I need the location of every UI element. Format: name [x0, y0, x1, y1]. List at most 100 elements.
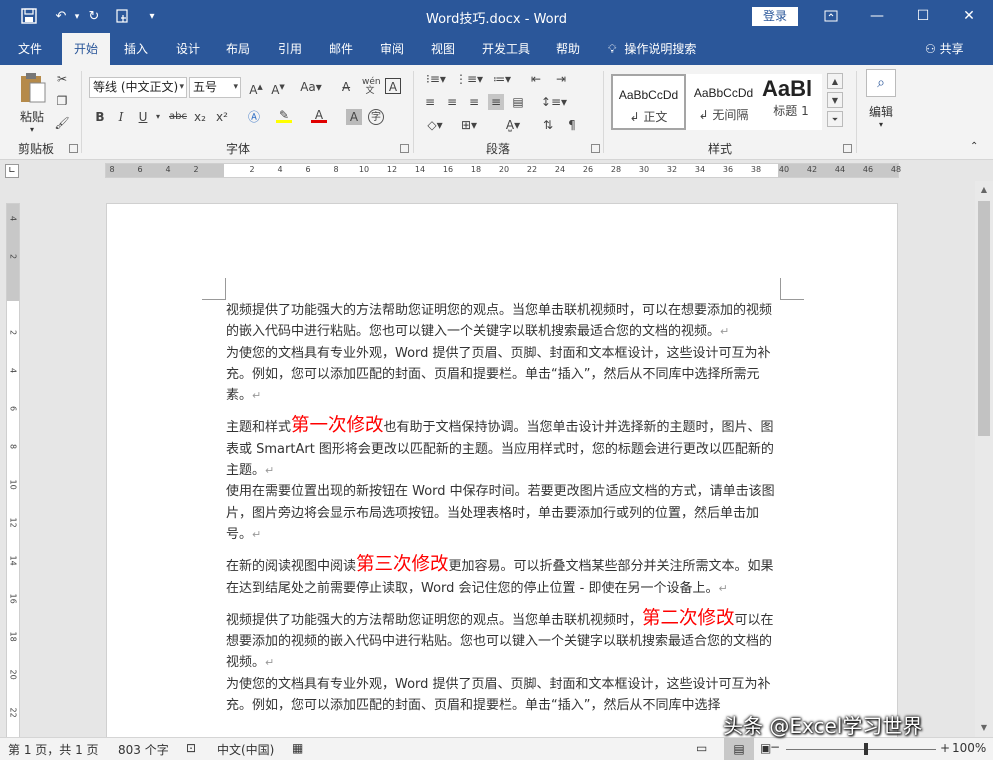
ruler-number: 32: [666, 165, 678, 174]
tab-help[interactable]: 帮助: [546, 33, 590, 65]
styles-more-icon[interactable]: ⏷: [827, 111, 843, 127]
cut-icon[interactable]: ✂: [54, 71, 70, 87]
underline-icon[interactable]: U: [135, 109, 151, 125]
enclose-characters-icon[interactable]: 字: [368, 109, 384, 125]
zoom-level[interactable]: 100%: [952, 741, 986, 755]
styles-launcher-icon[interactable]: [843, 144, 852, 153]
document-paragraph[interactable]: 主题和样式第一次修改也有助于文档保持协调。当您单击设计并选择新的主题时，图片、图…: [226, 415, 780, 481]
character-shading-icon[interactable]: A: [346, 109, 362, 125]
align-right-icon[interactable]: ≡: [466, 94, 482, 110]
tab-developer[interactable]: 开发工具: [474, 33, 538, 65]
tab-selector-icon[interactable]: ∟: [5, 164, 19, 178]
word-count[interactable]: 803 个字: [118, 741, 169, 758]
borders-icon[interactable]: ⊞▾: [456, 117, 482, 133]
styles-scroll-down-icon[interactable]: ▼: [827, 92, 843, 108]
collapse-ribbon-icon[interactable]: ⌃: [970, 141, 978, 152]
italic-icon[interactable]: I: [113, 109, 129, 125]
document-paragraph[interactable]: 为使您的文档具有专业外观，Word 提供了页眉、页脚、封面和文本框设计，这些设计…: [226, 343, 780, 407]
shading-icon[interactable]: ◇▾: [422, 117, 448, 133]
align-center-icon[interactable]: ≡: [444, 94, 460, 110]
scroll-up-icon[interactable]: ▲: [975, 185, 993, 194]
tab-review[interactable]: 审阅: [370, 33, 414, 65]
font-name-combo[interactable]: 等线 (中文正文) ▾: [89, 77, 187, 98]
distributed-icon[interactable]: ▤: [510, 94, 526, 110]
tab-view[interactable]: 视图: [421, 33, 465, 65]
document-paragraph[interactable]: 在新的阅读视图中阅读第三次修改更加容易。可以折叠文档某些部分并关注所需文本。如果…: [226, 554, 780, 599]
tab-insert[interactable]: 插入: [114, 33, 158, 65]
share-button[interactable]: ⚇ 共享: [925, 33, 964, 65]
tab-home[interactable]: 开始: [62, 33, 110, 65]
underline-dropdown-icon[interactable]: ▾: [150, 109, 166, 125]
change-case-icon[interactable]: Aa▾: [298, 79, 324, 95]
horizontal-ruler[interactable]: 8 6 4 2 2 4 6 8 10 12 14 16 18 20 22 24 26 28 30 32 34 36 38 40…: [105, 163, 901, 178]
decrease-indent-icon[interactable]: ⇤: [528, 71, 544, 87]
tab-file[interactable]: 文件: [8, 33, 52, 65]
document-paragraph[interactable]: 视频提供了功能强大的方法帮助您证明您的观点。当您单击联机视频时，第二次修改可以在…: [226, 608, 780, 674]
subscript-icon[interactable]: x₂: [192, 109, 208, 125]
paste-button[interactable]: 粘贴 ▾: [12, 71, 52, 134]
zoom-slider-thumb[interactable]: [864, 743, 868, 755]
superscript-icon[interactable]: x²: [214, 109, 230, 125]
paragraph-launcher-icon[interactable]: [591, 144, 600, 153]
strikethrough-icon[interactable]: abc: [167, 109, 189, 125]
text-effects-icon[interactable]: Ⓐ: [246, 109, 262, 125]
tab-layout[interactable]: 布局: [216, 33, 260, 65]
ribbon-display-options-icon[interactable]: [808, 0, 854, 33]
vertical-scrollbar[interactable]: ▲ ▼: [975, 181, 993, 737]
style-no-spacing[interactable]: AaBbCcDd ↲ 无间隔: [686, 74, 761, 130]
accessibility-icon[interactable]: ▦: [292, 741, 303, 755]
proofing-icon[interactable]: ⊡: [186, 741, 196, 755]
maximize-icon[interactable]: ☐: [900, 0, 946, 33]
language[interactable]: 中文(中国): [217, 741, 274, 758]
read-mode-icon[interactable]: ▭: [696, 741, 707, 755]
search-icon[interactable]: ⌕: [866, 69, 896, 97]
style-normal[interactable]: AaBbCcDd ↲ 正文: [611, 74, 686, 130]
grow-font-icon[interactable]: A▲: [248, 79, 264, 97]
print-layout-icon[interactable]: ▤: [724, 738, 754, 760]
scroll-down-icon[interactable]: ▼: [975, 723, 993, 732]
multilevel-list-icon[interactable]: ≔▾: [488, 71, 516, 87]
format-painter-icon[interactable]: 🖌︎: [54, 115, 70, 131]
phonetic-guide-icon[interactable]: wén 文: [362, 78, 381, 96]
scroll-thumb[interactable]: [978, 201, 990, 436]
tab-design[interactable]: 设计: [166, 33, 210, 65]
editing-button[interactable]: 编辑 ▾: [862, 103, 900, 129]
clipboard-launcher-icon[interactable]: [69, 144, 78, 153]
document-paragraph[interactable]: 视频提供了功能强大的方法帮助您证明您的观点。当您单击联机视频时，可以在想要添加的…: [226, 300, 780, 343]
login-button[interactable]: 登录: [752, 7, 798, 26]
character-border-icon[interactable]: A: [385, 78, 401, 94]
bold-icon[interactable]: B: [92, 109, 108, 125]
close-icon[interactable]: ✕: [946, 0, 992, 33]
zoom-in-icon[interactable]: +: [940, 741, 950, 755]
tab-mailings[interactable]: 邮件: [319, 33, 363, 65]
document-paragraph[interactable]: 为使您的文档具有专业外观，Word 提供了页眉、页脚、封面和文本框设计，这些设计…: [226, 674, 780, 717]
align-left-icon[interactable]: ≡: [422, 94, 438, 110]
shrink-font-icon[interactable]: A▼: [270, 79, 286, 97]
tab-references[interactable]: 引用: [268, 33, 312, 65]
asian-layout-icon[interactable]: A̺▾: [500, 117, 526, 133]
numbering-icon[interactable]: ⋮≡▾: [455, 71, 483, 87]
show-marks-icon[interactable]: ¶: [564, 117, 580, 133]
minimize-icon[interactable]: —: [854, 0, 900, 33]
bullets-icon[interactable]: ⁝≡▾: [422, 71, 450, 87]
sort-icon[interactable]: ⇅: [540, 117, 556, 133]
font-size-combo[interactable]: 五号 ▾: [189, 77, 241, 98]
line-spacing-icon[interactable]: ↕≡▾: [540, 94, 568, 110]
styles-scroll-up-icon[interactable]: ▲: [827, 73, 843, 89]
style-heading-1[interactable]: AaBl 标题 1: [760, 74, 822, 130]
document-page[interactable]: 视频提供了功能强大的方法帮助您证明您的观点。当您单击联机视频时，可以在想要添加的…: [106, 203, 898, 743]
increase-indent-icon[interactable]: ⇥: [553, 71, 569, 87]
copy-icon[interactable]: ❐: [54, 93, 70, 109]
font-launcher-icon[interactable]: [400, 144, 409, 153]
zoom-out-icon[interactable]: −: [770, 740, 780, 754]
vertical-ruler[interactable]: 4 2 2 4 6 8 10 12 14 16 18 20 22: [6, 203, 20, 738]
document-paragraph[interactable]: 使用在需要位置出现的新按钮在 Word 中保存时间。若要更改图片适应文档的方式，…: [226, 481, 780, 545]
page-count[interactable]: 第 1 页，共 1 页: [8, 741, 99, 758]
justify-icon[interactable]: ≡: [488, 94, 504, 110]
font-color-icon[interactable]: A: [311, 107, 327, 123]
clear-formatting-icon[interactable]: A̶: [338, 79, 354, 95]
zoom-slider[interactable]: [786, 749, 936, 750]
document-body[interactable]: 视频提供了功能强大的方法帮助您证明您的观点。当您单击联机视频时，可以在想要添加的…: [226, 300, 780, 716]
tell-me-search[interactable]: 💡︎ 操作说明搜索: [608, 33, 696, 65]
highlight-icon[interactable]: ✎: [276, 107, 292, 123]
